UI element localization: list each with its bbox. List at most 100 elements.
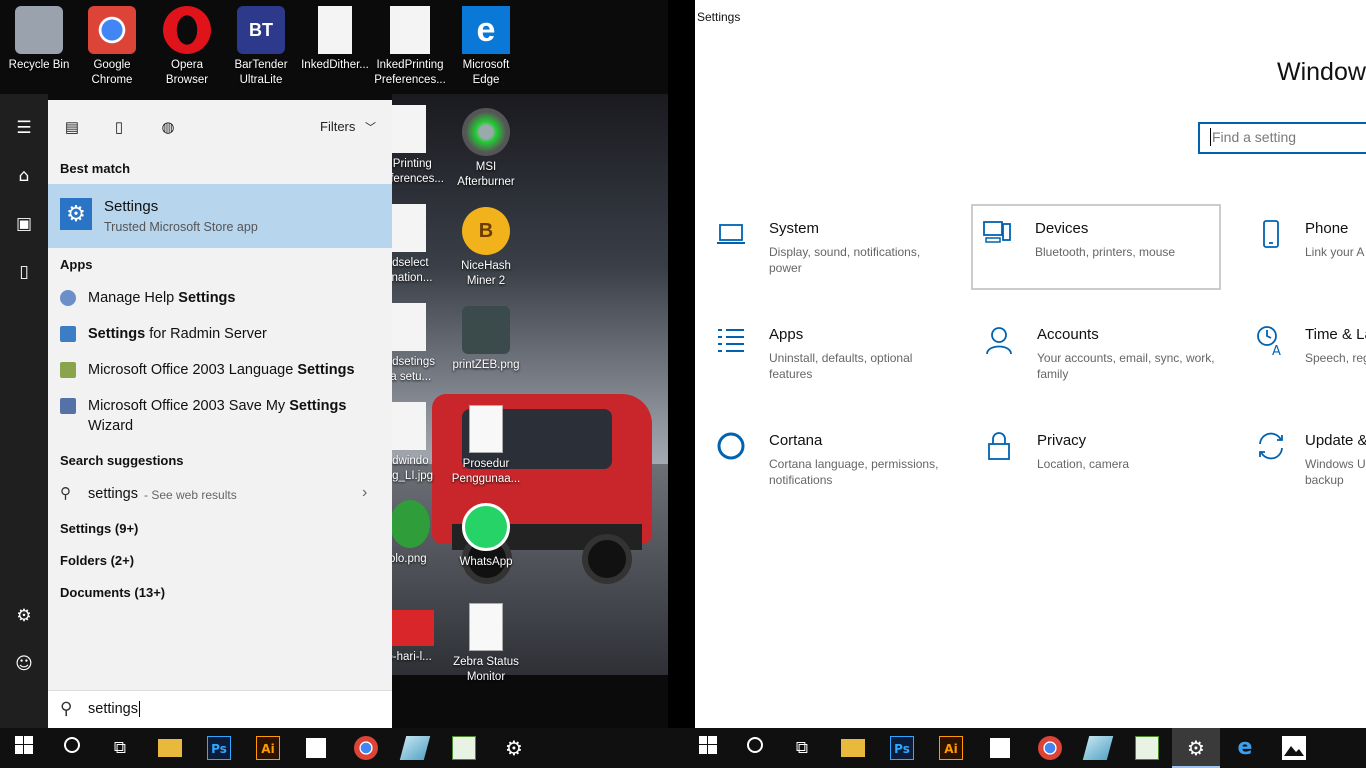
excel-chart-icon[interactable] (452, 736, 476, 760)
tile-desc: Location, camera (1037, 457, 1130, 471)
chrome-icon[interactable] (1038, 736, 1062, 760)
tile-apps[interactable]: Apps Uninstall, defaults, optional featu… (707, 312, 957, 398)
group-documents[interactable]: Documents (13+) (60, 585, 165, 600)
app-icon[interactable] (399, 736, 431, 760)
tile-update[interactable]: Update & Windows U backup (1247, 418, 1366, 504)
desktop-icon-chrome[interactable]: Google Chrome (73, 6, 151, 88)
best-match-settings[interactable]: ⚙ Settings Trusted Microsoft Store app (48, 184, 392, 248)
start-icon[interactable] (12, 736, 36, 760)
feedback-icon[interactable]: ☺ (12, 652, 36, 676)
tile-title: Devices (1035, 220, 1089, 237)
desktop-icon-zebra-status[interactable]: Zebra Status Monitor (447, 603, 525, 685)
documents-filter-icon[interactable]: ▯ (109, 118, 129, 138)
file-explorer-icon[interactable] (158, 739, 182, 757)
illustrator-icon[interactable]: Ai (256, 736, 280, 760)
chrome-icon[interactable] (354, 736, 378, 760)
desktop-icon-prosedur[interactable]: Prosedur Penggunaa... (447, 405, 525, 487)
printer-icon (462, 306, 510, 354)
image-file-icon (390, 610, 434, 646)
illustrator-icon[interactable]: Ai (939, 736, 963, 760)
tile-cortana[interactable]: Cortana Cortana language, permissions, n… (707, 418, 957, 504)
laptop-icon (715, 218, 747, 250)
lock-icon (983, 430, 1015, 462)
task-view-icon[interactable]: ⧉ (790, 736, 814, 760)
tile-desc: Bluetooth, printers, mouse (1035, 245, 1176, 259)
settings-gear-icon[interactable]: ⚙ (502, 736, 526, 760)
apps-list-icon (715, 324, 747, 356)
apps-filter-icon[interactable]: ▤ (62, 118, 82, 138)
excel-chart-icon[interactable] (1135, 736, 1159, 760)
group-settings[interactable]: Settings (9+) (60, 521, 138, 536)
tile-devices[interactable]: Devices Bluetooth, printers, mouse (971, 204, 1221, 290)
tile-system[interactable]: System Display, sound, notifications, po… (707, 206, 957, 292)
tile-desc: Speech, reg (1305, 351, 1366, 365)
web-suggestion[interactable]: ⚲ settings - See web results › (60, 484, 380, 506)
desktop-icon-msi[interactable]: MSI Afterburner (447, 108, 525, 190)
internet-explorer-icon[interactable]: e (1233, 736, 1257, 760)
desktop-icon-opera[interactable]: Opera Browser (148, 6, 226, 88)
group-folders[interactable]: Folders (2+) (60, 553, 134, 568)
desktop-icon-nicehash[interactable]: B NiceHash Miner 2 (447, 207, 525, 289)
bartender-icon: BT (237, 6, 285, 54)
tile-title: Update & (1305, 432, 1366, 449)
settings-gear-icon[interactable]: ⚙ (1184, 736, 1208, 760)
tile-desc: Uninstall, defaults, optional features (769, 351, 913, 381)
best-match-title: Settings (104, 198, 159, 215)
settings-window: Settings Windows Find a setting System D… (695, 0, 1366, 728)
search-suggestions-header: Search suggestions (60, 453, 184, 468)
photoshop-icon[interactable]: Ps (890, 736, 914, 760)
nicehash-icon: B (462, 207, 510, 255)
filters-button[interactable]: Filters ﹀ (320, 119, 376, 135)
search-icon: ⚲ (60, 485, 71, 502)
sticky-app-icon[interactable] (990, 738, 1010, 758)
desktop-icon-edge[interactable]: e Microsoft Edge (447, 6, 525, 88)
devices-icon (981, 216, 1013, 248)
search-box[interactable]: ⚲ settings (48, 690, 392, 728)
file-thumbnail-icon (390, 6, 430, 54)
start-icon[interactable] (696, 736, 720, 760)
desktop-icon-printzeb[interactable]: printZEB.png (447, 306, 525, 373)
tile-time-language[interactable]: A Time & La Speech, reg (1247, 312, 1366, 398)
settings-gear-icon[interactable]: ⚙ (12, 604, 36, 628)
home-icon[interactable]: ⌂ (12, 164, 36, 188)
notebook-icon[interactable]: ▣ (12, 212, 36, 236)
tile-title: Cortana (769, 432, 823, 449)
tile-accounts[interactable]: Accounts Your accounts, email, sync, wor… (975, 312, 1225, 398)
desktop-icon-whatsapp[interactable]: WhatsApp (447, 503, 525, 570)
sticky-app-icon[interactable] (306, 738, 326, 758)
photos-icon[interactable] (1282, 736, 1306, 760)
search-icon: ⚲ (60, 699, 73, 718)
search-input[interactable]: settings (88, 701, 140, 717)
desktop-icon-inkedprinting[interactable]: InkedPrinting Preferences... (371, 6, 449, 88)
web-filter-icon[interactable]: ◍ (158, 118, 178, 138)
app-text: Manage Help (88, 290, 179, 306)
svg-text:A: A (1272, 344, 1281, 356)
find-setting-box[interactable]: Find a setting (1198, 122, 1366, 154)
edge-icon: e (462, 6, 510, 54)
tile-privacy[interactable]: Privacy Location, camera (975, 418, 1225, 504)
filters-label: Filters (320, 119, 356, 134)
person-icon (983, 324, 1015, 356)
app-icon[interactable] (1082, 736, 1114, 760)
suggestion-hint: - See web results (144, 488, 237, 502)
desktop-icon-bartender[interactable]: BT BarTender UltraLite (222, 6, 300, 88)
cortana-icon[interactable] (743, 736, 767, 760)
file-explorer-icon[interactable] (841, 739, 865, 757)
photoshop-icon[interactable]: Ps (207, 736, 231, 760)
desktop-icon-recycle-bin[interactable]: Recycle Bin (0, 6, 78, 73)
cortana-icon[interactable] (60, 736, 84, 760)
file-thumbnail-icon (390, 105, 426, 153)
hamburger-menu-icon[interactable]: ☰ (12, 116, 36, 140)
tile-phone[interactable]: Phone Link your A (1247, 206, 1366, 292)
window-title: Settings (697, 10, 741, 24)
tile-desc: Link your A (1305, 245, 1365, 259)
desktop-icon-inkeddither[interactable]: InkedDither... (296, 6, 374, 73)
image-file-icon (390, 500, 430, 548)
page-heading: Windows (1277, 58, 1366, 86)
device-icon[interactable]: ▯ (12, 260, 36, 284)
cortana-icon (715, 430, 747, 462)
chevron-down-icon: ﹀ (365, 122, 377, 134)
taskbar-left: ⧉ Ps Ai ⚙ (0, 728, 668, 768)
task-view-icon[interactable]: ⧉ (108, 736, 132, 760)
suggestion-term: settings (88, 486, 138, 502)
